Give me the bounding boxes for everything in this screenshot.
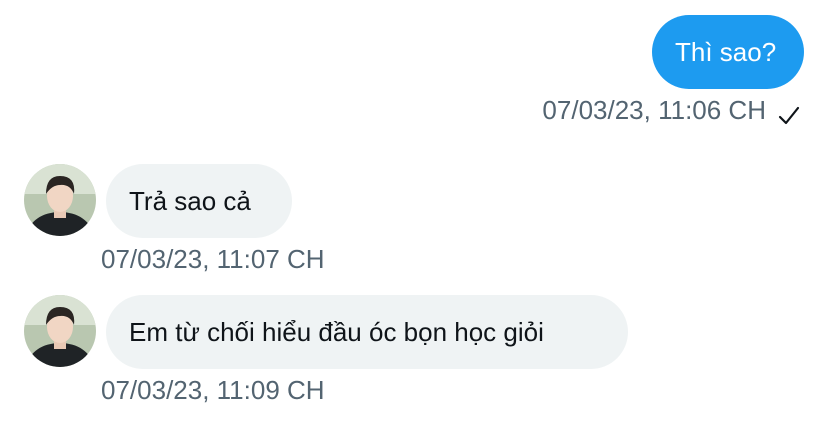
checkmark-icon <box>778 106 800 125</box>
message-bubble-sent[interactable]: Thì sao? <box>652 15 804 89</box>
avatar[interactable] <box>24 164 96 236</box>
message-bubble-received[interactable]: Em từ chối hiểu đầu óc bọn học giỏi <box>106 295 628 369</box>
profile-avatar-icon <box>24 295 96 367</box>
message-timestamp: 07/03/23, 11:09 CH <box>101 375 325 405</box>
avatar[interactable] <box>24 295 96 367</box>
profile-avatar-icon <box>24 164 96 236</box>
message-timestamp: 07/03/23, 11:06 CH <box>542 95 766 125</box>
message-timestamp: 07/03/23, 11:07 CH <box>101 244 325 274</box>
message-bubble-received[interactable]: Trả sao cả <box>106 164 292 238</box>
